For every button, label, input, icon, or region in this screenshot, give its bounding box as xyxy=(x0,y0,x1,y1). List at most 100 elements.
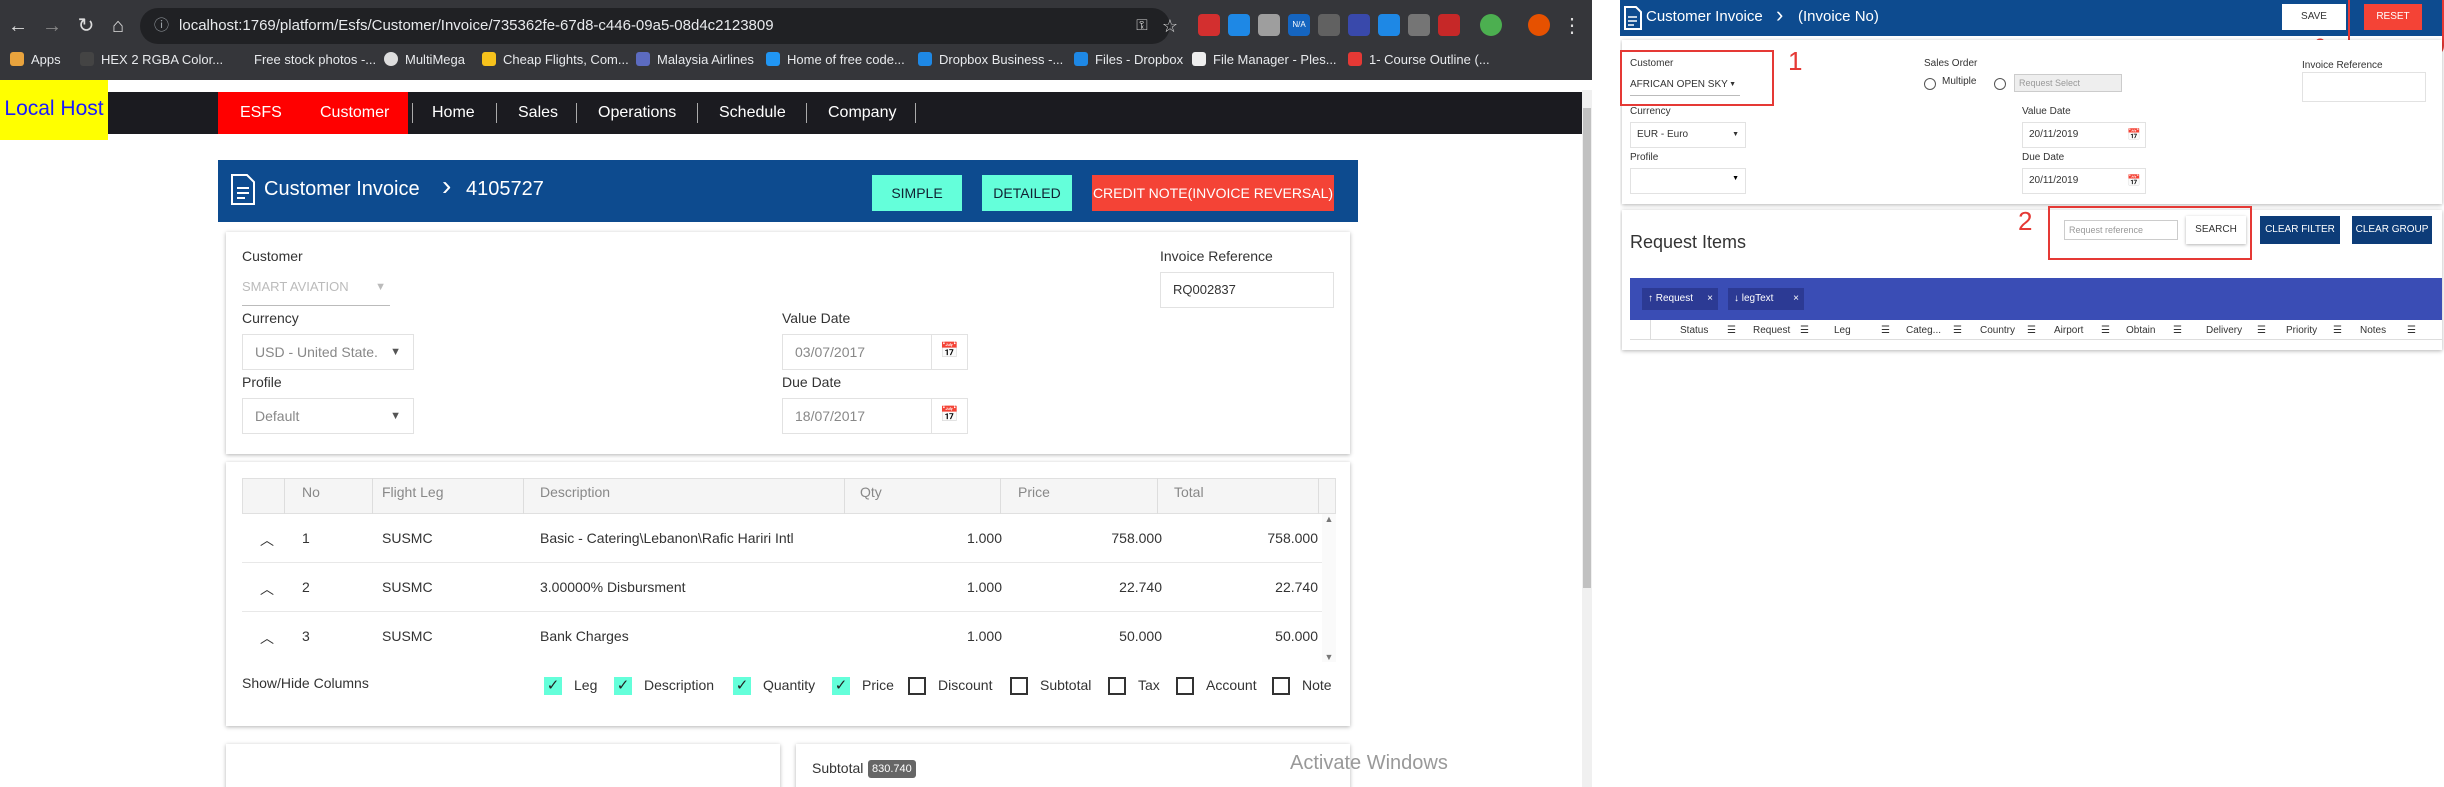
bookmark-item[interactable]: Dropbox Business -... xyxy=(918,48,1063,72)
extension-icon[interactable] xyxy=(1408,14,1430,36)
bookmark-item[interactable]: File Manager - Ples... xyxy=(1192,48,1337,72)
close-icon[interactable]: × xyxy=(1707,288,1713,310)
search-button[interactable]: SEARCH xyxy=(2186,216,2246,244)
forward-icon[interactable]: → xyxy=(38,12,66,40)
reload-icon[interactable]: ↻ xyxy=(72,12,100,40)
address-bar[interactable]: ⓘ localhost:1769/platform/Esfs/Customer/I… xyxy=(140,8,1170,44)
column-menu-icon[interactable]: ☰ xyxy=(2173,325,2182,336)
profile-avatar[interactable] xyxy=(1528,14,1550,36)
note-checkbox[interactable] xyxy=(1272,677,1290,695)
extension-icon[interactable] xyxy=(1198,14,1220,36)
grid-header-category[interactable]: Categ... ☰ xyxy=(1906,325,1966,336)
col-header-total[interactable]: Total xyxy=(1174,484,1204,500)
close-icon[interactable]: × xyxy=(1793,288,1799,310)
grid-header-priority[interactable]: Priority ☰ xyxy=(2286,325,2346,336)
bookmark-item[interactable]: Cheap Flights, Com... xyxy=(482,48,629,72)
subtotal-checkbox[interactable] xyxy=(1010,677,1028,695)
bookmark-item[interactable]: Files - Dropbox xyxy=(1074,48,1183,72)
column-menu-icon[interactable]: ☰ xyxy=(2101,325,2110,336)
nav-operations[interactable]: Operations xyxy=(598,92,676,134)
bookmark-item[interactable]: Malaysia Airlines xyxy=(636,48,754,72)
profile-select[interactable]: Default ▼ xyxy=(242,398,414,434)
column-menu-icon[interactable]: ☰ xyxy=(1881,325,1890,336)
credit-note-button[interactable]: CREDIT NOTE(INVOICE REVERSAL) xyxy=(1092,175,1334,211)
column-menu-icon[interactable]: ☰ xyxy=(1800,325,1809,336)
group-chip-request[interactable]: ↑ Request × xyxy=(1642,288,1718,310)
column-menu-icon[interactable]: ☰ xyxy=(2027,325,2036,336)
grid-header-leg[interactable]: Leg ☰ xyxy=(1834,325,1894,336)
value-date-field[interactable]: 03/07/2017 📅 xyxy=(782,334,968,370)
request-reference-input[interactable]: Request reference xyxy=(2064,220,2178,240)
calendar-icon[interactable]: 📅 xyxy=(931,398,967,434)
grid-header-status[interactable]: Status ☰ xyxy=(1680,325,1740,336)
table-row[interactable]: ︿ 1 SUSMC Basic - Catering\Lebanon\Rafic… xyxy=(242,514,1322,563)
clear-filter-button[interactable]: CLEAR FILTER xyxy=(2260,216,2340,244)
grid-header-airport[interactable]: Airport ☰ xyxy=(2054,325,2114,336)
scrollbar-thumb[interactable] xyxy=(1583,108,1591,588)
grid-header-country[interactable]: Country ☰ xyxy=(1980,325,2040,336)
expand-icon[interactable]: ︿ xyxy=(260,628,274,648)
extension-icon[interactable] xyxy=(1378,14,1400,36)
grid-header-obtain[interactable]: Obtain ☰ xyxy=(2126,325,2186,336)
request-radio[interactable] xyxy=(1994,78,2006,90)
col-header-qty[interactable]: Qty xyxy=(860,484,882,500)
invoice-reference-field[interactable]: RQ002837 xyxy=(1160,272,1334,308)
col-header-price[interactable]: Price xyxy=(1018,484,1050,500)
quantity-checkbox[interactable]: ✓ xyxy=(733,677,751,695)
due-date-field[interactable]: 18/07/2017 📅 xyxy=(782,398,968,434)
pdf-extension-icon[interactable] xyxy=(1438,14,1460,36)
extension-icon[interactable] xyxy=(1318,14,1340,36)
expand-icon[interactable]: ︿ xyxy=(260,530,274,550)
column-menu-icon[interactable]: ☰ xyxy=(1953,325,1962,336)
currency-select[interactable]: USD - United State. ▼ xyxy=(242,334,414,370)
column-menu-icon[interactable]: ☰ xyxy=(1727,325,1736,336)
nav-esfs-customer[interactable]: ESFS Customer xyxy=(218,92,408,134)
extension-icon[interactable] xyxy=(1348,14,1370,36)
page-scrollbar[interactable] xyxy=(1582,90,1592,787)
detailed-button[interactable]: DETAILED xyxy=(982,175,1072,211)
due-date-field[interactable]: 20/11/2019 📅 xyxy=(2022,168,2146,194)
table-row[interactable]: ︿ 2 SUSMC 3.00000% Disbursment 1.000 22.… xyxy=(242,563,1322,612)
value-date-field[interactable]: 20/11/2019 📅 xyxy=(2022,122,2146,148)
home-icon[interactable]: ⌂ xyxy=(104,12,132,40)
account-checkbox[interactable] xyxy=(1176,677,1194,695)
col-header-no[interactable]: No xyxy=(302,484,320,500)
nav-schedule[interactable]: Schedule xyxy=(719,92,786,134)
price-checkbox[interactable]: ✓ xyxy=(832,677,850,695)
extension-icon[interactable] xyxy=(1480,14,1502,36)
extension-icon[interactable] xyxy=(1228,14,1250,36)
bookmark-item[interactable]: 1- Course Outline (... xyxy=(1348,48,1490,72)
multiple-radio[interactable] xyxy=(1924,78,1936,90)
camera-extension-icon[interactable] xyxy=(1258,14,1280,36)
bookmark-apps[interactable]: Apps xyxy=(10,48,61,72)
calendar-icon[interactable]: 📅 xyxy=(2127,169,2141,193)
bookmark-item[interactable]: Free stock photos -... xyxy=(254,48,376,72)
nav-home[interactable]: Home xyxy=(432,92,475,134)
clear-group-button[interactable]: CLEAR GROUP xyxy=(2352,216,2432,244)
grid-header-request[interactable]: Request ☰ xyxy=(1753,325,1813,336)
menu-icon[interactable]: ⋮ xyxy=(1558,12,1586,40)
bookmark-item[interactable]: MultiMega xyxy=(384,48,465,72)
column-menu-icon[interactable]: ☰ xyxy=(2333,325,2342,336)
expand-icon[interactable]: ︿ xyxy=(260,579,274,599)
key-icon[interactable]: ⚿ xyxy=(1128,12,1156,40)
invoice-reference-field[interactable] xyxy=(2302,72,2426,102)
tax-checkbox[interactable] xyxy=(1108,677,1126,695)
bookmark-item[interactable]: HEX 2 RGBA Color... xyxy=(80,48,223,72)
bookmark-star-icon[interactable]: ☆ xyxy=(1156,12,1184,40)
col-header-description[interactable]: Description xyxy=(540,484,610,500)
nav-sales[interactable]: Sales xyxy=(518,92,558,134)
table-row[interactable]: ︿ 3 SUSMC Bank Charges 1.000 50.000 50.0… xyxy=(242,612,1322,661)
calendar-icon[interactable]: 📅 xyxy=(931,334,967,370)
col-header-flight-leg[interactable]: Flight Leg xyxy=(382,484,443,500)
calendar-icon[interactable]: 📅 xyxy=(2127,123,2141,147)
nav-company[interactable]: Company xyxy=(828,92,896,134)
simple-button[interactable]: SIMPLE xyxy=(872,175,962,211)
profile-select[interactable]: ▼ xyxy=(1630,168,1746,194)
grid-header-notes[interactable]: Notes ☰ xyxy=(2360,325,2420,336)
request-select[interactable]: Request Select xyxy=(2014,74,2122,92)
leg-checkbox[interactable]: ✓ xyxy=(544,677,562,695)
column-menu-icon[interactable]: ☰ xyxy=(2257,325,2266,336)
save-button[interactable]: SAVE xyxy=(2282,4,2346,30)
bookmark-item[interactable]: Home of free code... xyxy=(766,48,905,72)
